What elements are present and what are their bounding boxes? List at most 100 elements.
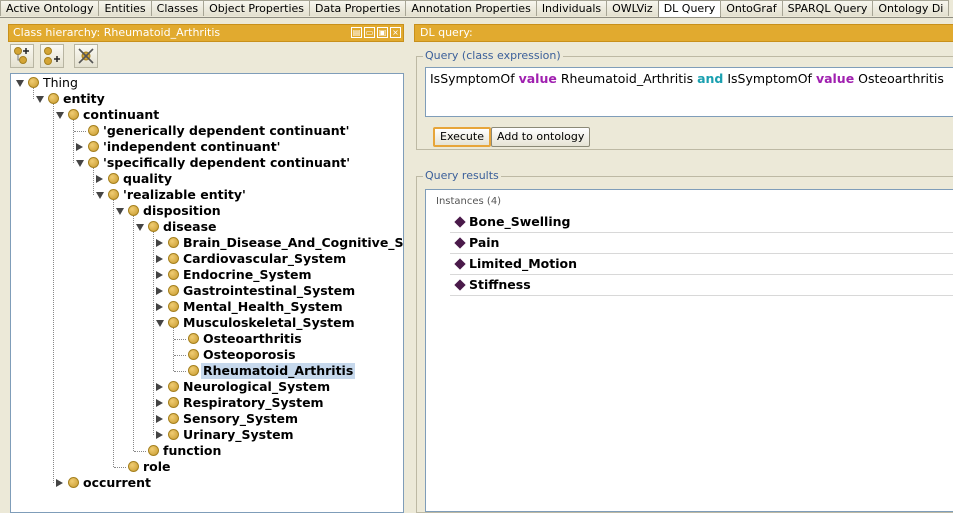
class-icon [128,205,139,216]
class-label: Musculoskeletal_System [183,315,355,330]
tab-sparql-query[interactable]: SPARQL Query [781,0,874,16]
class-label: Thing [43,75,78,90]
delete-class-icon [78,48,94,64]
expand-toggle-icon[interactable] [156,271,163,279]
tree-node[interactable]: disposition [11,203,401,219]
tree-node[interactable]: quality [11,171,401,187]
tree-node[interactable]: Osteoarthritis [11,331,401,347]
result-instance-row[interactable]: Bone_Swelling [450,212,953,233]
tree-node[interactable]: role [11,459,401,475]
collapse-toggle-icon[interactable] [96,192,104,199]
tree-node[interactable]: Respiratory_System [11,395,401,411]
tree-node[interactable]: Neurological_System [11,379,401,395]
query-group: Query (class expression) IsSymptomOf val… [416,49,953,150]
collapse-toggle-icon[interactable] [76,160,84,167]
tab-dl-query[interactable]: DL Query [657,0,722,17]
tab-object-properties[interactable]: Object Properties [203,0,311,16]
tree-node[interactable]: 'specifically dependent continuant' [11,155,401,171]
close-view-icon[interactable]: × [390,27,401,38]
tree-node[interactable]: Brain_Disease_And_Cognitive_S [11,235,403,251]
tab-data-properties[interactable]: Data Properties [309,0,407,16]
class-icon [188,365,199,376]
tab-ontograf[interactable]: OntoGraf [720,0,783,16]
minimize-view-icon[interactable]: ▭ [364,27,375,38]
class-label: disease [163,219,217,234]
float-view-icon[interactable]: ▣ [377,27,388,38]
tree-connector [134,451,146,452]
tab-annotation-properties[interactable]: Annotation Properties [405,0,537,16]
expand-toggle-icon[interactable] [76,143,83,151]
tree-connector [174,339,186,340]
tab-entities[interactable]: Entities [98,0,152,16]
tab-individuals[interactable]: Individuals [535,0,608,16]
individual-icon [454,258,466,270]
execute-button[interactable]: Execute [433,127,491,147]
expand-toggle-icon[interactable] [156,383,163,391]
tree-node[interactable]: Cardiovascular_System [11,251,401,267]
tree-node[interactable]: Rheumatoid_Arthritis [11,363,401,379]
individual-icon [454,237,466,249]
class-icon [148,445,159,456]
tree-node[interactable]: Endocrine_System [11,267,401,283]
expand-toggle-icon[interactable] [156,287,163,295]
class-label: Osteoporosis [203,347,296,362]
class-icon [188,333,199,344]
add-sibling-button[interactable] [39,44,64,68]
expand-toggle-icon[interactable] [56,479,63,487]
class-hierarchy-toolbar [8,42,404,74]
class-label: quality [123,171,172,186]
tree-node[interactable]: Sensory_System [11,411,401,427]
class-icon [28,77,39,88]
tree-node[interactable]: continuant [11,107,401,123]
tree-node[interactable]: function [11,443,401,459]
tree-node[interactable]: Gastrointestinal_System [11,283,401,299]
query-group-label: Query (class expression) [423,49,563,62]
expand-toggle-icon[interactable] [156,239,163,247]
result-instance-row[interactable]: Stiffness [450,275,953,296]
class-label: entity [63,91,105,106]
collapse-toggle-icon[interactable] [116,208,124,215]
query-results-label: Query results [423,169,501,182]
expand-toggle-icon[interactable] [96,175,103,183]
tree-node[interactable]: entity [11,91,401,107]
tree-node[interactable]: disease [11,219,401,235]
tab-owlviz[interactable]: OWLViz [606,0,659,16]
class-icon [168,253,179,264]
tab-classes[interactable]: Classes [150,0,205,16]
query-results-group: Query results Instances (4) Bone_Swellin… [416,169,953,513]
tree-node[interactable]: 'independent continuant' [11,139,401,155]
view-options-icon[interactable]: ▤ [351,27,362,38]
tree-node[interactable]: 'generically dependent continuant' [11,123,401,139]
expand-toggle-icon[interactable] [156,255,163,263]
result-instance-row[interactable]: Limited_Motion [450,254,953,275]
tree-node[interactable]: Thing [11,75,401,91]
tab-bar: Active Ontology Entities Classes Object Pro… [0,0,953,18]
class-icon [108,189,119,200]
tab-active-ontology[interactable]: Active Ontology [0,0,100,16]
tree-node[interactable]: 'realizable entity' [11,187,401,203]
tree-node[interactable]: Urinary_System [11,427,401,443]
collapse-toggle-icon[interactable] [56,112,64,119]
collapse-toggle-icon[interactable] [16,80,24,87]
add-to-ontology-button[interactable]: Add to ontology [491,127,591,147]
collapse-toggle-icon[interactable] [156,320,164,327]
expand-toggle-icon[interactable] [156,415,163,423]
class-label: Sensory_System [183,411,299,426]
expand-toggle-icon[interactable] [156,303,163,311]
class-tree[interactable]: Thing entity continuant'generically depend… [10,73,404,513]
expand-toggle-icon[interactable] [156,431,163,439]
add-subclass-button[interactable] [10,44,34,68]
query-text: IsSymptomOf [430,71,519,86]
tab-ontology-di[interactable]: Ontology Di [872,0,950,16]
class-expression-editor[interactable]: IsSymptomOf value Rheumatoid_Arthritis a… [425,67,953,117]
add-sibling-icon [43,47,60,65]
result-instance-row[interactable]: Pain [450,233,953,254]
tree-node[interactable]: Osteoporosis [11,347,401,363]
expand-toggle-icon[interactable] [156,399,163,407]
tree-node[interactable]: occurrent [11,475,401,491]
tree-node[interactable]: Musculoskeletal_System [11,315,401,331]
tree-node[interactable]: Mental_Health_System [11,299,401,315]
delete-class-button[interactable] [73,44,98,68]
collapse-toggle-icon[interactable] [36,96,44,103]
collapse-toggle-icon[interactable] [136,224,144,231]
